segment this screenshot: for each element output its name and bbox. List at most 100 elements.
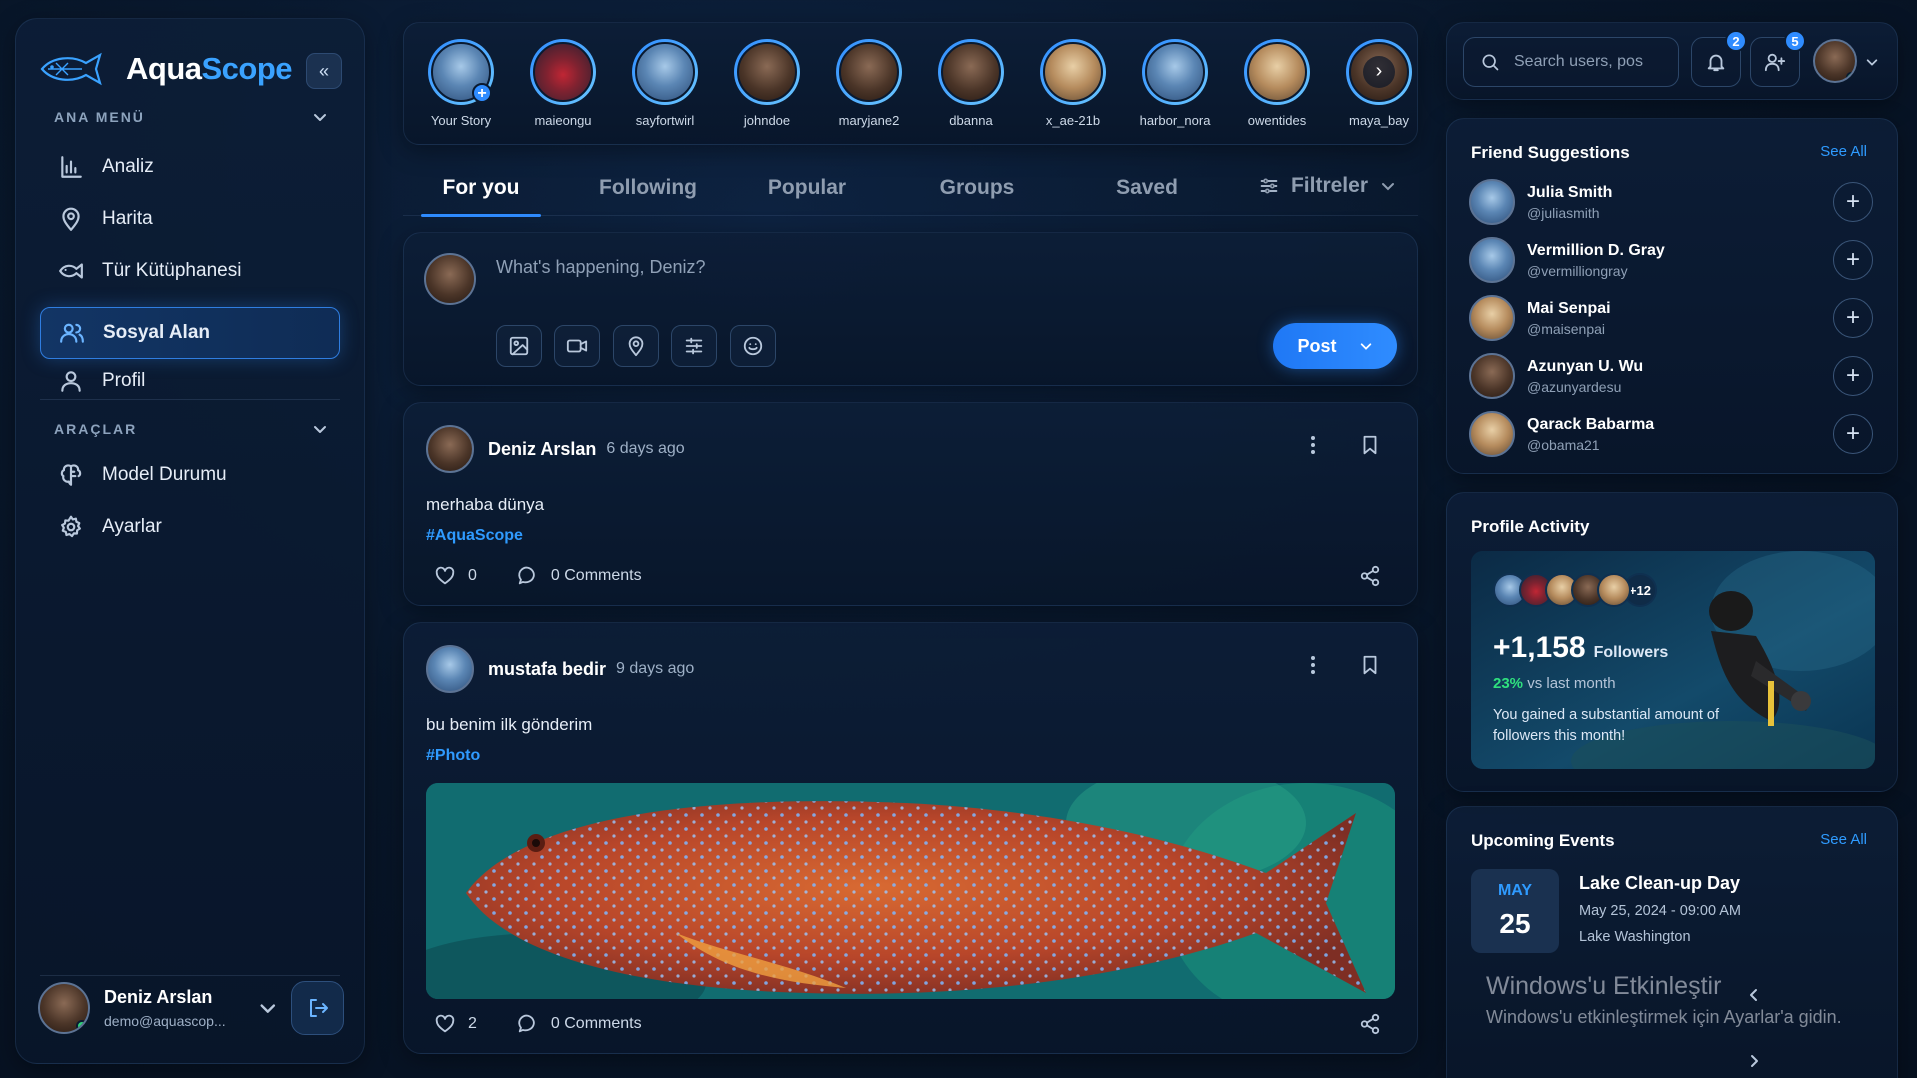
add-story-icon[interactable]: + — [472, 83, 492, 103]
sidebar-item-model-durumu[interactable]: Model Durumu — [40, 449, 340, 501]
sidebar-item-tur-kutuphanesi[interactable]: Tür Kütüphanesi — [40, 245, 340, 297]
post-hashtag[interactable]: #Photo — [426, 747, 480, 765]
share-icon[interactable] — [1359, 1013, 1381, 1035]
suggestion-name[interactable]: Mai Senpai — [1527, 300, 1611, 318]
comment-count: 0 Comments — [550, 1015, 642, 1032]
more-vertical-icon[interactable] — [1303, 653, 1323, 677]
chevron-down-icon[interactable] — [1865, 55, 1879, 69]
story-name: owentides — [1247, 113, 1307, 128]
add-image-button[interactable] — [496, 325, 542, 367]
main-menu-header[interactable]: ANA MENÜ — [54, 109, 328, 125]
avatar[interactable] — [426, 645, 474, 693]
bookmark-icon[interactable] — [1359, 433, 1381, 457]
post-composer: What's happening, Deniz? Post — [403, 232, 1418, 386]
current-user-card[interactable]: Deniz Arslan demo@aquascop... — [38, 973, 344, 1043]
avatar[interactable] — [1469, 179, 1515, 225]
story-item[interactable]: harbor_nora — [1140, 39, 1210, 128]
watermark-title: Windows'u Etkinleştir — [1486, 972, 1722, 1000]
see-all-link[interactable]: See All — [1820, 143, 1867, 160]
avatar[interactable] — [426, 425, 474, 473]
more-vertical-icon[interactable] — [1303, 433, 1323, 457]
comments-button[interactable]: 0 Comments — [517, 1013, 642, 1035]
post-time: 6 days ago — [606, 440, 685, 457]
tab-for-you[interactable]: For you — [421, 160, 541, 217]
post-author[interactable]: mustafa bedir — [488, 659, 606, 680]
story-item[interactable]: johndoe — [734, 39, 800, 128]
avatar[interactable] — [1469, 353, 1515, 399]
brand[interactable]: AquaScope — [38, 49, 293, 89]
event-title[interactable]: Lake Clean-up Day — [1579, 873, 1740, 894]
like-button[interactable]: 2 — [434, 1013, 477, 1035]
story-item[interactable]: x_ae-21b — [1040, 39, 1106, 128]
chevron-down-icon[interactable] — [1359, 339, 1373, 353]
sidebar-item-analiz[interactable]: Analiz — [40, 141, 340, 193]
suggestion-name[interactable]: Vermillion D. Gray — [1527, 242, 1665, 260]
compose-input[interactable]: What's happening, Deniz? — [496, 257, 706, 278]
add-friend-button[interactable]: + — [1833, 356, 1873, 396]
add-friend-button[interactable]: + — [1833, 298, 1873, 338]
add-emoji-button[interactable] — [730, 325, 776, 367]
gear-icon — [61, 515, 81, 538]
suggestion-name[interactable]: Julia Smith — [1527, 184, 1612, 202]
story-item[interactable]: dbanna — [938, 39, 1004, 128]
avatar[interactable] — [1469, 237, 1515, 283]
story-item[interactable]: sayfortwirl — [632, 39, 698, 128]
tab-saved[interactable]: Saved — [1085, 160, 1209, 216]
chevron-right-icon[interactable]: › — [1363, 56, 1395, 88]
suggestion-name[interactable]: Azunyan U. Wu — [1527, 358, 1643, 376]
heart-icon — [435, 566, 455, 585]
tab-following[interactable]: Following — [567, 160, 729, 216]
story-item[interactable]: maryjane2 — [836, 39, 902, 128]
sidebar-item-sosyal-alan[interactable]: Sosyal Alan — [40, 307, 340, 359]
post-hashtag[interactable]: #AquaScope — [426, 527, 523, 545]
share-icon[interactable] — [1359, 565, 1381, 587]
sidebar-item-harita[interactable]: Harita — [40, 193, 340, 245]
search-input[interactable]: Search users, pos — [1463, 37, 1679, 87]
brain-icon — [60, 464, 82, 486]
event-month: MAY — [1497, 882, 1533, 899]
post-author[interactable]: Deniz Arslan — [488, 439, 596, 460]
post-button[interactable]: Post — [1273, 323, 1397, 369]
story-item[interactable]: owentides — [1244, 39, 1310, 128]
tab-groups[interactable]: Groups — [915, 160, 1039, 216]
see-all-link[interactable]: See All — [1820, 831, 1867, 848]
event-time: May 25, 2024 - 09:00 AM — [1579, 903, 1742, 919]
logout-button[interactable] — [291, 981, 344, 1035]
story-name: x_ae-21b — [1045, 113, 1101, 128]
add-location-button[interactable] — [613, 325, 659, 367]
story-item[interactable]: › maya_bay — [1346, 39, 1412, 128]
add-video-button[interactable] — [554, 325, 600, 367]
add-friend-button[interactable]: + — [1833, 182, 1873, 222]
profile-avatar[interactable] — [1813, 39, 1857, 83]
add-options-button[interactable] — [671, 325, 717, 367]
online-status-dot — [1846, 72, 1855, 81]
like-button[interactable]: 0 — [434, 565, 477, 587]
post-photo[interactable] — [426, 783, 1395, 999]
collapse-sidebar-button[interactable]: « — [306, 53, 342, 89]
chevron-down-icon[interactable] — [258, 998, 278, 1018]
chevron-down-icon — [314, 426, 326, 433]
sidebar-item-ayarlar[interactable]: Ayarlar — [40, 501, 340, 553]
filter-label: Filtreler — [1290, 174, 1368, 197]
sidebar-item-label: Model Durumu — [102, 464, 227, 485]
tab-popular[interactable]: Popular — [745, 160, 869, 216]
story-item[interactable]: maieongu — [530, 39, 596, 128]
bookmark-icon[interactable] — [1359, 653, 1381, 677]
plus-icon: + — [1845, 362, 1860, 389]
user-email: demo@aquascop... — [104, 1013, 226, 1029]
story-item[interactable]: + Your Story — [428, 39, 494, 128]
comments-button[interactable]: 0 Comments — [517, 565, 642, 587]
add-friend-button[interactable]: + — [1833, 414, 1873, 454]
user-info: Deniz Arslan demo@aquascop... — [104, 987, 226, 1029]
tools-header[interactable]: ARAÇLAR — [54, 421, 328, 437]
avatar — [1597, 573, 1631, 607]
chevron-right-icon[interactable] — [1747, 1053, 1761, 1069]
suggestion-name[interactable]: Qarack Babarma — [1527, 416, 1654, 434]
friend-requests-button[interactable]: 5 — [1750, 30, 1806, 87]
add-friend-button[interactable]: + — [1833, 240, 1873, 280]
filter-dropdown[interactable]: Filtreler — [1259, 174, 1396, 198]
avatar[interactable] — [1469, 295, 1515, 341]
notifications-button[interactable]: 2 — [1691, 30, 1747, 87]
avatar[interactable] — [1469, 411, 1515, 457]
story-name: Your Story — [430, 113, 492, 128]
